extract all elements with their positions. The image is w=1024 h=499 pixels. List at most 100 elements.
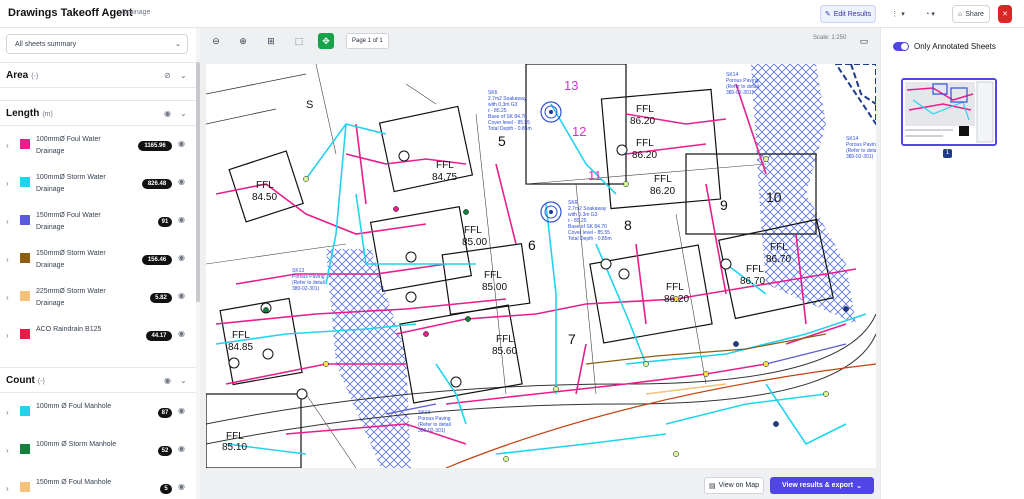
- item-label: 100mm Ø Foul Manhole: [36, 403, 112, 410]
- svg-text:380-02-301): 380-02-301): [846, 154, 874, 160]
- eye-off-icon[interactable]: ⊘: [164, 71, 171, 80]
- color-swatch: [20, 253, 30, 263]
- svg-text:6: 6: [528, 237, 536, 253]
- svg-text:FFL: FFL: [666, 282, 684, 293]
- more-menu-button[interactable]: ⋮ ▾: [884, 5, 912, 23]
- svg-text:FFL: FFL: [232, 330, 250, 341]
- chevron-right-icon[interactable]: ›: [6, 141, 9, 150]
- svg-text:FFL: FFL: [636, 138, 654, 149]
- color-swatch: [20, 329, 30, 339]
- eye-icon[interactable]: ◉: [178, 253, 185, 262]
- page-indicator: Page 1 of 1: [346, 33, 389, 49]
- list-item[interactable]: › ACO Raindrain B125 44.17 ◉: [0, 318, 196, 356]
- eye-icon[interactable]: ◉: [178, 406, 185, 415]
- sheet-page-number[interactable]: 1: [943, 149, 952, 158]
- more-icon: ⋮: [891, 11, 899, 18]
- svg-text:380-02-301): 380-02-301): [418, 428, 446, 434]
- chevron-right-icon[interactable]: ›: [6, 179, 9, 188]
- svg-text:86.70: 86.70: [740, 276, 765, 287]
- list-item[interactable]: › 100mm Ø Storm Manhole 52 ◉: [0, 433, 196, 471]
- chevron-down-icon: ⌄: [856, 482, 862, 490]
- app-subtitle: Drainage: [122, 9, 151, 16]
- item-label: 150mmØ Foul Water Drainage: [36, 212, 101, 231]
- svg-text:85.60: 85.60: [492, 346, 517, 357]
- close-icon: ✕: [1002, 11, 1008, 18]
- svg-text:85.00: 85.00: [462, 237, 487, 248]
- svg-text:FFL: FFL: [256, 180, 274, 191]
- svg-text:S: S: [306, 99, 313, 111]
- list-item[interactable]: › 150mmØ Foul Water Drainage 91 ◉: [0, 204, 196, 242]
- zoom-in-icon[interactable]: ⊕: [235, 33, 251, 49]
- eye-icon[interactable]: ◉: [178, 177, 185, 186]
- eye-icon[interactable]: ◉: [178, 482, 185, 491]
- edit-results-button[interactable]: ✎ Edit Results: [820, 5, 876, 23]
- count-section-header[interactable]: Count (-) ◉ ⌄: [0, 367, 196, 393]
- item-label: ACO Raindrain B125: [36, 326, 102, 333]
- view-results-export-button[interactable]: View results & export ⌄: [770, 477, 874, 494]
- only-annotated-toggle[interactable]: [893, 42, 909, 51]
- eye-icon[interactable]: ◉: [178, 139, 185, 148]
- pan-icon[interactable]: ✥: [318, 33, 334, 49]
- svg-text:85.10: 85.10: [222, 442, 247, 453]
- svg-text:FFL: FFL: [496, 334, 514, 345]
- select-area-icon[interactable]: ⬚: [291, 33, 307, 49]
- svg-text:380-02-301): 380-02-301): [292, 286, 320, 292]
- sheets-panel: Only Annotated Sheets 1: [880, 28, 1024, 499]
- sheet-select[interactable]: All sheets summary ⌄: [6, 34, 188, 54]
- scale-label: Scale: 1:250: [813, 35, 847, 41]
- eye-icon[interactable]: ◉: [178, 329, 185, 338]
- list-item[interactable]: › 150mmØ Storm Water Drainage 156.46 ◉: [0, 242, 196, 280]
- value-badge: 44.17: [146, 331, 172, 341]
- list-item[interactable]: › 100mm Ø Foul Manhole 87 ◉: [0, 395, 196, 433]
- viewer-toolbar: ⊖ ⊕ ⊞ ⬚ ✥ Page 1 of 1 Scale: 1:250 ▭: [200, 28, 880, 64]
- list-item[interactable]: › 150mm Ø Foul Manhole 5 ◉: [0, 471, 196, 499]
- svg-text:10: 10: [766, 189, 782, 205]
- sidebar: All sheets summary ⌄ Area (-) ⊘ ⌄ Length(…: [0, 28, 200, 499]
- chevron-right-icon[interactable]: ›: [6, 255, 9, 264]
- svg-text:FFL: FFL: [770, 242, 788, 253]
- porous-paving-area: [326, 249, 411, 468]
- fit-page-icon[interactable]: ⊞: [263, 33, 279, 49]
- svg-text:12: 12: [572, 124, 586, 139]
- length-section-header[interactable]: Length (m) ◉ ⌄: [0, 100, 196, 126]
- eye-icon[interactable]: ◉: [178, 291, 185, 300]
- close-button[interactable]: ✕: [998, 5, 1012, 23]
- eye-icon[interactable]: ◉: [178, 444, 185, 453]
- chevron-down-icon[interactable]: ⌄: [180, 71, 187, 80]
- svg-text:11: 11: [588, 168, 602, 183]
- list-item[interactable]: › 100mmØ Foul Water Drainage 1165.96 ◉: [0, 128, 196, 166]
- svg-text:5: 5: [498, 133, 506, 149]
- list-item[interactable]: › 100mmØ Storm Water Drainage 826.48 ◉: [0, 166, 196, 204]
- value-badge: 52: [158, 446, 172, 456]
- chevron-right-icon[interactable]: ›: [6, 217, 9, 226]
- eye-icon[interactable]: ◉: [164, 109, 171, 118]
- chevron-down-icon[interactable]: ⌄: [180, 109, 187, 118]
- chevron-right-icon[interactable]: ›: [6, 484, 9, 493]
- color-swatch: [20, 139, 30, 149]
- chevron-down-icon[interactable]: ⌄: [180, 376, 187, 385]
- chevron-right-icon[interactable]: ›: [6, 293, 9, 302]
- svg-text:8: 8: [624, 217, 632, 233]
- svg-text:86.20: 86.20: [632, 150, 657, 161]
- chevron-right-icon[interactable]: ›: [6, 331, 9, 340]
- view-on-map-button[interactable]: ▤ View on Map: [704, 477, 764, 494]
- chevron-right-icon[interactable]: ›: [6, 408, 9, 417]
- svg-text:85.00: 85.00: [482, 282, 507, 293]
- chevron-down-icon: ⌄: [175, 41, 181, 48]
- zoom-out-icon[interactable]: ⊖: [208, 33, 224, 49]
- eye-icon[interactable]: ◉: [164, 376, 171, 385]
- svg-text:FFL: FFL: [464, 225, 482, 236]
- sheet-thumbnail[interactable]: [901, 78, 997, 146]
- history-button[interactable]: ◔ ▾: [916, 5, 944, 23]
- thumbnail-preview: [903, 80, 995, 144]
- drawing-sheet[interactable]: 567 8 9 10 13 12 11 FFL 84.50 FFL 84.75 FFL 85.…: [206, 64, 876, 468]
- share-button[interactable]: ⌂ Share: [952, 5, 990, 23]
- chevron-right-icon[interactable]: ›: [6, 446, 9, 455]
- svg-text:86.20: 86.20: [664, 294, 689, 305]
- eye-icon[interactable]: ◉: [178, 215, 185, 224]
- comment-icon[interactable]: ▭: [856, 33, 872, 49]
- list-item[interactable]: › 225mmØ Storm Water Drainage 5.82 ◉: [0, 280, 196, 318]
- history-icon: ◔ ▾: [925, 11, 935, 18]
- value-badge: 156.46: [142, 255, 172, 265]
- area-section-header[interactable]: Area (-) ⊘ ⌄: [0, 62, 196, 88]
